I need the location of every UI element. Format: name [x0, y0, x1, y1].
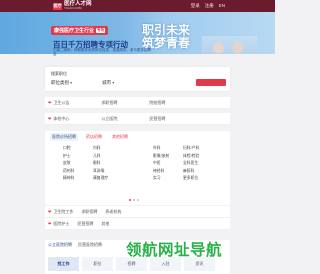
category-link[interactable]: 护士 — [63, 154, 93, 158]
heart-icon: ❤ — [48, 116, 52, 121]
list-link[interactable]: 求职招聘 — [81, 209, 97, 215]
tab-other[interactable]: 其他招聘 — [110, 133, 130, 141]
heart-icon: ❤ — [48, 100, 52, 105]
heart-icon: ❤ — [48, 221, 52, 226]
category-link[interactable]: 眼科 — [93, 161, 123, 165]
watermark: 领航网址导航 — [126, 242, 223, 259]
site-logo[interactable]: 医疗 医疗人才网 YILIAO.COM — [53, 1, 92, 11]
category-select[interactable]: 职位类别 — [51, 80, 72, 86]
category-link[interactable]: 康复理疗 — [93, 176, 123, 180]
heart-icon: ❤ — [48, 209, 52, 214]
category-link[interactable]: 儿科 — [93, 154, 123, 158]
tab-public-hospital[interactable]: 公立医院招聘 — [48, 242, 72, 248]
category-link[interactable]: 体检/检验 — [183, 154, 213, 158]
category-link[interactable]: 更多职位 — [183, 176, 213, 180]
category-link[interactable]: 内科 — [93, 146, 123, 150]
list-row: ❤ 卫生院工作 求职招聘 养老机构 — [45, 206, 230, 218]
quick-card[interactable]: 找工作 — [48, 257, 79, 271]
nav-link[interactable]: 公立医院 — [101, 116, 149, 122]
search-button[interactable] — [196, 79, 226, 86]
top-links: 登录 注册 EN — [191, 3, 225, 9]
search-label: 搜索职位 — [51, 71, 67, 76]
category-link[interactable]: 口腔 — [63, 146, 93, 150]
category-link[interactable]: 精神科 — [63, 176, 93, 180]
banner-badge-tag: 专场 — [96, 28, 106, 33]
list-link[interactable]: 民营招聘 — [77, 221, 93, 227]
banner-badge-text: 康强医疗卫生行业 — [54, 28, 95, 34]
category-link[interactable]: 皮肤 — [63, 161, 93, 165]
list-link[interactable]: 其他 — [101, 221, 109, 227]
slogan-line-2: 筑梦青春 — [142, 36, 191, 51]
nav-row-2: ❤ 体检中心 公立医院 民营招聘 — [45, 113, 230, 125]
top-bar: 医疗 医疗人才网 YILIAO.COM 登录 注册 EN — [0, 0, 275, 12]
quick-lists: ❤ 卫生院工作 求职招聘 养老机构 ❤ 医院护士 民营招聘 其他 — [45, 206, 230, 230]
carousel-dot[interactable] — [137, 199, 139, 201]
nav-link[interactable]: 求职招聘 — [101, 100, 149, 106]
nav-link[interactable]: 院校招聘 — [149, 100, 197, 106]
quick-card[interactable]: 职位 — [82, 257, 113, 271]
city-select[interactable]: 城市 — [102, 80, 114, 86]
carousel-dots — [129, 199, 139, 201]
carousel-dot[interactable] — [129, 199, 131, 201]
banner-subtitle: 扫描二维码，获取更多优质岗位信息，投递简历，参与更多招聘会 — [53, 48, 151, 57]
logo-subtext: YILIAO.COM — [64, 6, 82, 11]
register-link[interactable]: 注册 — [205, 3, 214, 9]
category-link[interactable]: 药剂科 — [63, 169, 93, 173]
category-grid: 口腔 内科 外科 妇科/产科 护士 儿科 影像/放射 体检/检验 皮肤 眼科 中… — [63, 146, 213, 180]
category-tabs: 医院诊所招聘 药店招聘 其他招聘 — [50, 133, 130, 141]
category-link[interactable]: 影像/放射 — [153, 154, 183, 158]
category-link[interactable]: 实习 — [153, 176, 183, 180]
bottom-tabs: 公立医院招聘 民营医院招聘 — [48, 242, 102, 248]
list-link[interactable]: 养老机构 — [105, 209, 121, 215]
banner-badge: 康强医疗卫生行业 专场 — [51, 26, 109, 35]
logo-mark: 医疗 — [53, 2, 62, 10]
search-box: 搜索职位 职位类别 城市 — [45, 67, 230, 91]
nav-link[interactable]: 卫生公告 — [53, 100, 101, 106]
nav-link[interactable]: 体检中心 — [53, 116, 101, 122]
category-link[interactable]: 妇科/产科 — [183, 146, 213, 150]
list-link[interactable]: 卫生院工作 — [53, 209, 73, 215]
tab-private-hospital[interactable]: 民营医院招聘 — [78, 242, 102, 248]
category-link[interactable]: 耳鼻喉 — [93, 169, 123, 173]
list-link[interactable]: 医院护士 — [53, 221, 69, 227]
category-link[interactable]: 麻醉科 — [183, 169, 213, 173]
category-panel: 医院诊所招聘 药店招聘 其他招聘 口腔 内科 外科 妇科/产科 护士 儿科 影像… — [45, 131, 230, 205]
nav-link[interactable]: 民营招聘 — [149, 116, 197, 122]
carousel-dot[interactable] — [133, 199, 135, 201]
banner-slogan: 职引未来 筑梦青春 — [142, 23, 191, 51]
category-link[interactable]: 神经科 — [153, 169, 183, 173]
nav-row-1: ❤ 卫生公告 求职招聘 院校招聘 — [45, 97, 230, 109]
banner-photo — [202, 36, 257, 54]
language-link[interactable]: EN — [219, 3, 225, 9]
login-link[interactable]: 登录 — [191, 3, 200, 9]
tab-hospital[interactable]: 医院诊所招聘 — [50, 133, 78, 141]
category-link[interactable]: 全科医生 — [183, 161, 213, 165]
tab-pharmacy[interactable]: 药店招聘 — [84, 133, 104, 141]
category-link[interactable]: 外科 — [153, 146, 183, 150]
category-link[interactable]: 中医 — [153, 161, 183, 165]
list-row: ❤ 医院护士 民营招聘 其他 — [45, 218, 230, 230]
